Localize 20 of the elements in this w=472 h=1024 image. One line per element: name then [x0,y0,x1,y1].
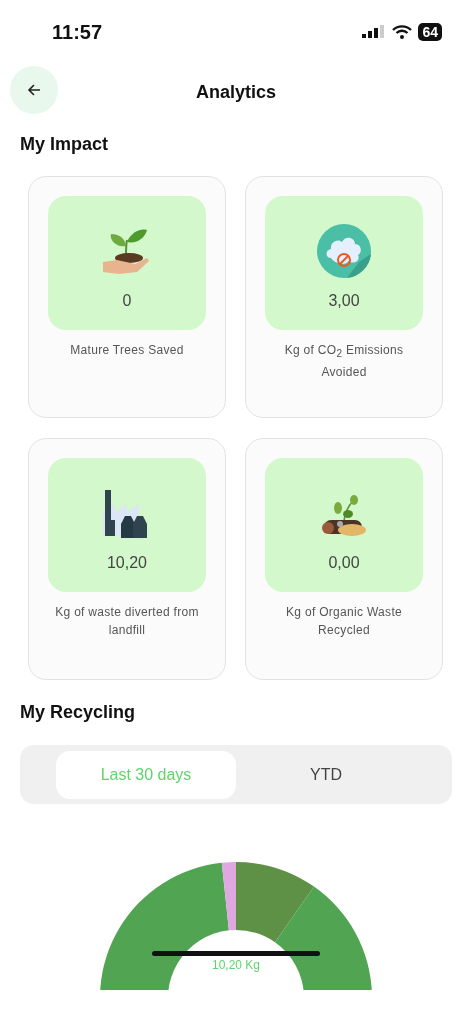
period-tab[interactable]: YTD [236,750,416,799]
stat-value: 3,00 [328,292,360,310]
section-title: My Impact [20,134,110,155]
battery-indicator: 64 [418,23,442,41]
arrow-left-icon [26,82,42,98]
section-title: My Recycling [20,702,137,723]
back-button[interactable] [10,66,58,114]
stat-value: 10,20 [106,554,147,572]
signal-icon [362,25,387,39]
stat-label: Kg of waste diverted from landfill [54,604,200,639]
stat-label: Kg of CO$_{2}$ Emissions Avoided [283,342,405,382]
page-title: Analytics [195,81,276,103]
stat-value: 0,00 [328,554,360,572]
stat-label: Mature Trees Saved [70,342,184,359]
wifi-icon [392,25,413,39]
stat-label: Kg of Organic Waste Recycled [285,604,403,639]
stat-value: 0 [122,292,132,310]
status-time: 11:57 [52,20,103,44]
cloud-icon [317,224,371,278]
chart-total: 10,20 Kg [210,958,261,972]
